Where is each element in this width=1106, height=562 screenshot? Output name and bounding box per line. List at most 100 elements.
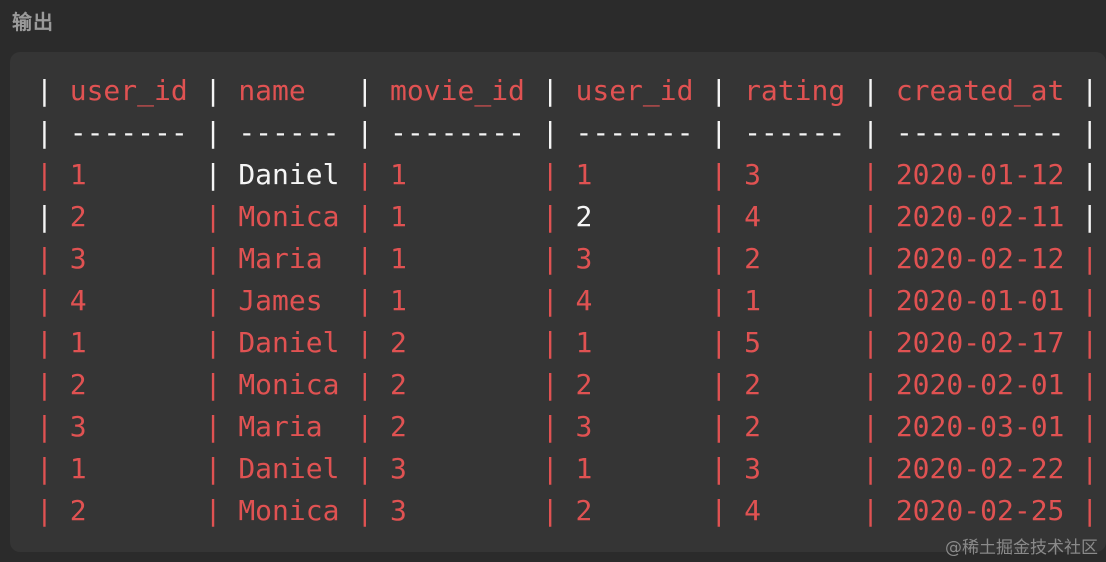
pipe-separator: | <box>693 158 745 191</box>
pipe-separator: | <box>845 494 896 527</box>
output-label: 输出 <box>12 10 54 34</box>
table-cell: 1 <box>69 326 87 359</box>
column-header: rating <box>744 74 846 107</box>
pipe-separator: | <box>693 368 745 401</box>
pipe-separator: | <box>339 494 391 527</box>
pipe-separator: | <box>524 74 576 107</box>
pipe-separator: | <box>1064 242 1099 275</box>
markdown-table-output: | user_id | name | movie_id | user_id | … <box>36 70 1098 532</box>
table-cell: 2020-02-11 <box>895 200 1065 233</box>
table-cell: 2 <box>575 494 593 527</box>
separator-dashes: ---------- <box>895 116 1065 149</box>
pipe-separator: | <box>845 74 896 107</box>
table-cell: 1 <box>69 158 87 191</box>
table-cell: 1 <box>575 326 593 359</box>
table-cell: 2 <box>69 368 87 401</box>
pipe-separator: | <box>524 242 576 275</box>
output-code-panel[interactable]: | user_id | name | movie_id | user_id | … <box>10 52 1106 552</box>
table-cell: 3 <box>390 494 407 527</box>
table-cell: 3 <box>744 158 761 191</box>
pipe-separator: | <box>524 116 576 149</box>
table-cell: 2020-02-17 <box>895 326 1065 359</box>
pipe-separator: | <box>524 410 576 443</box>
table-cell: 2020-02-12 <box>895 242 1065 275</box>
table-row: | 2 | Monica | 2 | 2 | 2 | 2020-02-01 | <box>36 364 1098 406</box>
separator-dashes: ------ <box>238 116 340 149</box>
table-cell: 3 <box>744 452 761 485</box>
column-header: movie_id <box>390 74 525 107</box>
pipe-separator: | <box>36 452 70 485</box>
table-cell: James <box>238 284 323 317</box>
table-cell: 2020-01-12 <box>895 158 1065 191</box>
table-cell: 1 <box>575 452 593 485</box>
pipe-separator: | <box>339 116 391 149</box>
table-cell: 1 <box>390 158 407 191</box>
pipe-separator: | <box>1064 200 1099 233</box>
pipe-separator: | <box>36 368 70 401</box>
table-cell: 3 <box>390 452 407 485</box>
pipe-separator: | <box>1064 326 1099 359</box>
pipe-separator: | <box>36 158 70 191</box>
pipe-separator: | <box>845 116 896 149</box>
table-cell: 3 <box>69 242 87 275</box>
pipe-separator: | <box>187 158 239 191</box>
pipe-separator: | <box>36 284 70 317</box>
pipe-separator: | <box>693 494 745 527</box>
pipe-separator: | <box>693 326 745 359</box>
pipe-separator: | <box>1064 116 1099 149</box>
pipe-separator: | <box>845 242 896 275</box>
pipe-separator: | <box>187 74 239 107</box>
table-cell: Daniel <box>238 452 340 485</box>
table-cell: 5 <box>744 326 761 359</box>
table-cell: 2 <box>69 200 87 233</box>
pipe-separator: | <box>187 200 239 233</box>
table-cell: Monica <box>238 200 340 233</box>
pipe-separator: | <box>693 200 745 233</box>
pipe-separator: | <box>339 410 391 443</box>
pipe-separator: | <box>1064 368 1099 401</box>
table-row: | 3 | Maria | 1 | 3 | 2 | 2020-02-12 | <box>36 238 1098 280</box>
pipe-separator: | <box>524 158 576 191</box>
table-row: | 3 | Maria | 2 | 3 | 2 | 2020-03-01 | <box>36 406 1098 448</box>
pipe-separator: | <box>524 200 576 233</box>
pipe-separator: | <box>845 368 896 401</box>
pipe-separator: | <box>1064 452 1099 485</box>
pipe-separator: | <box>845 452 896 485</box>
pipe-separator: | <box>36 74 70 107</box>
pipe-separator: | <box>845 200 896 233</box>
table-cell: 4 <box>575 284 593 317</box>
table-cell: 2 <box>69 494 87 527</box>
pipe-separator: | <box>187 284 239 317</box>
pipe-separator: | <box>36 494 70 527</box>
table-cell: Maria <box>238 410 323 443</box>
table-cell: 1 <box>69 452 87 485</box>
table-row: | 2 | Monica | 3 | 2 | 4 | 2020-02-25 | <box>36 490 1098 532</box>
pipe-separator: | <box>693 284 745 317</box>
pipe-separator: | <box>524 494 576 527</box>
pipe-separator: | <box>339 368 391 401</box>
column-header: user_id <box>575 74 694 107</box>
separator-dashes: ------- <box>575 116 694 149</box>
pipe-separator: | <box>36 116 70 149</box>
table-cell: 2020-01-01 <box>895 284 1065 317</box>
pipe-separator: | <box>693 452 745 485</box>
table-cell: Daniel <box>238 326 340 359</box>
table-cell: 2020-03-01 <box>895 410 1065 443</box>
pipe-separator: | <box>187 410 239 443</box>
pipe-separator: | <box>187 326 239 359</box>
table-cell: 1 <box>744 284 761 317</box>
table-row: | 1 | Daniel | 1 | 1 | 3 | 2020-01-12 | <box>36 154 1098 196</box>
table-cell: 1 <box>390 242 407 275</box>
pipe-separator: | <box>693 116 745 149</box>
table-cell: 2 <box>744 242 761 275</box>
table-header-row: | user_id | name | movie_id | user_id | … <box>36 70 1098 112</box>
pipe-separator: | <box>187 116 239 149</box>
pipe-separator: | <box>339 158 391 191</box>
table-row: | 2 | Monica | 1 | 2 | 4 | 2020-02-11 | <box>36 196 1098 238</box>
table-separator-row: | ------- | ------ | -------- | ------- … <box>36 112 1098 154</box>
table-row: | 1 | Daniel | 3 | 1 | 3 | 2020-02-22 | <box>36 448 1098 490</box>
pipe-separator: | <box>187 242 239 275</box>
pipe-separator: | <box>693 410 745 443</box>
pipe-separator: | <box>845 410 896 443</box>
pipe-separator: | <box>339 200 391 233</box>
